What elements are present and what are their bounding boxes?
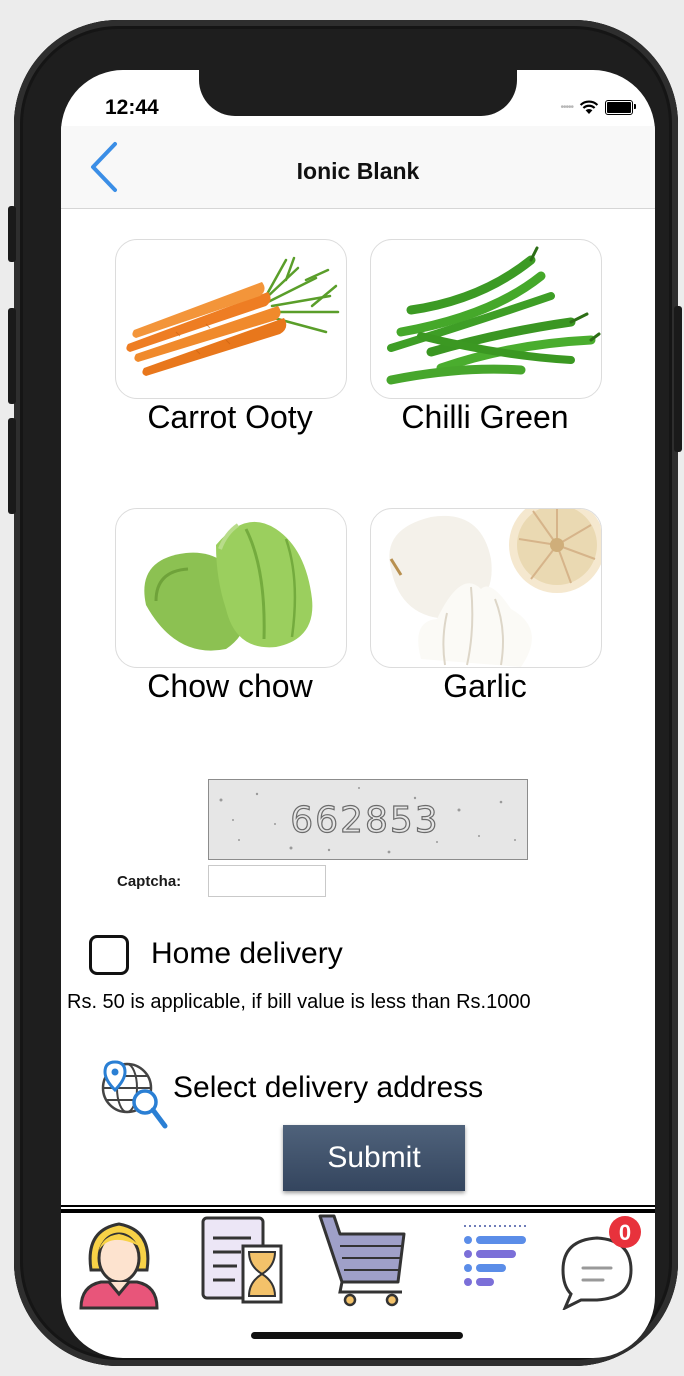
product-card-chow-chow[interactable] xyxy=(115,508,347,668)
status-time: 12:44 xyxy=(105,96,159,119)
status-icons: ••••• xyxy=(560,96,636,118)
tab-orders[interactable] xyxy=(195,1210,291,1310)
home-delivery-label: Home delivery xyxy=(151,937,343,970)
product-name: Carrot Ooty xyxy=(147,399,313,435)
garlic-image xyxy=(389,509,601,667)
delivery-charge-note: Rs. 50 is applicable, if bill value is l… xyxy=(67,991,531,1013)
divider xyxy=(61,1205,655,1207)
wifi-icon xyxy=(579,100,599,114)
submit-button[interactable]: Submit xyxy=(283,1125,465,1191)
product-card-garlic[interactable] xyxy=(370,508,602,668)
tab-messages[interactable]: 0 xyxy=(551,1210,647,1312)
select-delivery-address-link[interactable]: Select delivery address xyxy=(173,1071,483,1105)
phone-frame: 12:44 ••••• Ionic Blank Carrot Ooty Chil… xyxy=(8,20,682,1366)
captcha-image: 662853 xyxy=(208,779,528,860)
power-button xyxy=(674,306,682,452)
home-indicator[interactable] xyxy=(251,1332,463,1339)
order-history-icon xyxy=(201,1216,283,1304)
navbar: Ionic Blank xyxy=(61,126,655,209)
tab-cart[interactable] xyxy=(316,1210,412,1310)
chat-badge-count: 0 xyxy=(619,1220,631,1245)
mute-switch xyxy=(8,206,16,262)
product-name: Chow chow xyxy=(147,668,313,704)
volume-up-button xyxy=(8,308,16,404)
chow-chow-image xyxy=(144,521,313,651)
app-screen: 12:44 ••••• Ionic Blank Carrot Ooty Chil… xyxy=(61,70,655,1358)
captcha-input[interactable] xyxy=(208,865,326,897)
product-name: Chilli Green xyxy=(401,399,569,435)
list-icon xyxy=(464,1225,526,1286)
home-delivery-checkbox[interactable] xyxy=(89,935,129,975)
battery-icon xyxy=(605,99,636,115)
shopping-cart-icon xyxy=(318,1214,406,1307)
globe-search-icon[interactable] xyxy=(93,1054,173,1132)
page-title: Ionic Blank xyxy=(296,158,420,184)
captcha-code: 662853 xyxy=(290,800,439,841)
captcha-label: Captcha: xyxy=(117,873,182,890)
volume-down-button xyxy=(8,418,16,514)
user-profile-icon xyxy=(79,1222,159,1310)
product-name: Garlic xyxy=(443,668,527,704)
product-card-chilli[interactable] xyxy=(370,239,602,399)
chilli-image xyxy=(386,246,601,385)
signal-icon: ••••• xyxy=(560,101,573,113)
tab-profile[interactable] xyxy=(71,1210,167,1310)
chat-icon: 0 xyxy=(561,1216,641,1312)
tab-bar: 0 xyxy=(61,1210,655,1330)
carrot-image xyxy=(126,256,340,376)
notch xyxy=(199,70,517,116)
product-card-carrot[interactable] xyxy=(115,239,347,399)
tab-list[interactable] xyxy=(436,1210,532,1310)
